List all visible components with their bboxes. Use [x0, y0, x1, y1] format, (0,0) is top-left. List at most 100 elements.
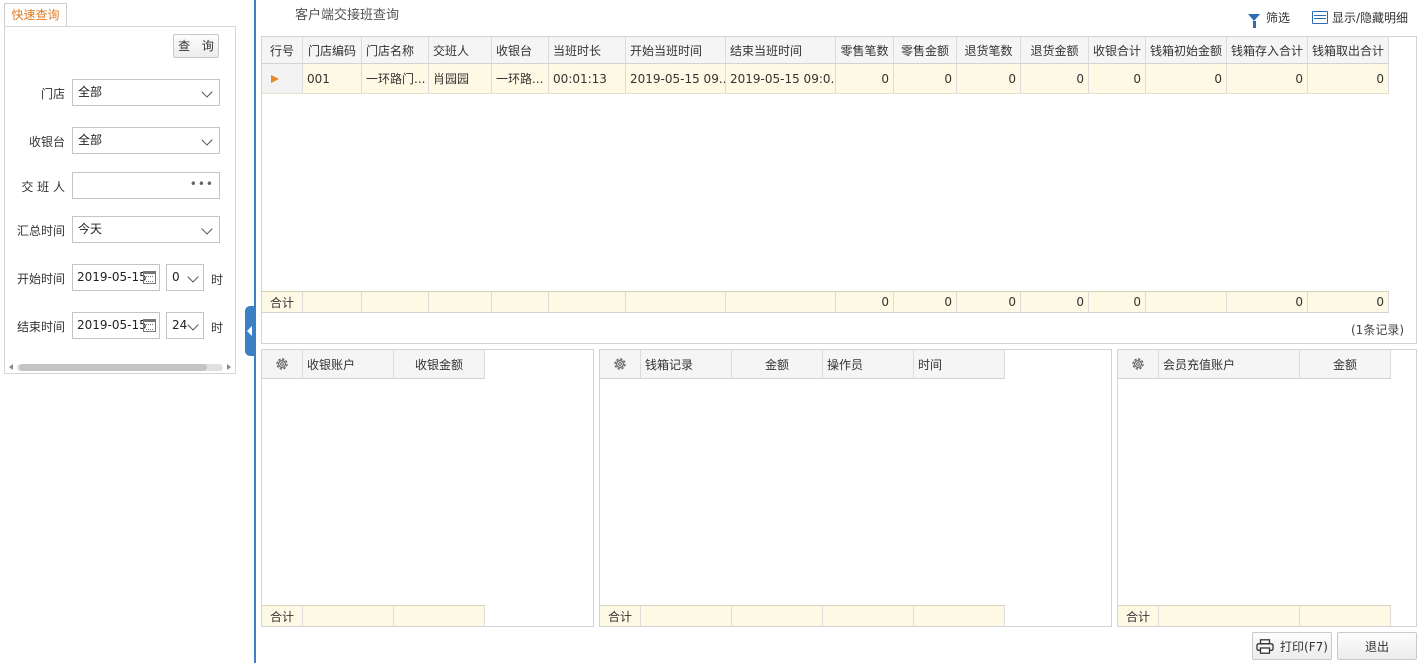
tab-quick-query[interactable]: 快速查询: [4, 3, 67, 26]
toggle-details-button[interactable]: 显示/隐藏明细: [1312, 8, 1408, 26]
cell-retail-amount[interactable]: 0: [894, 64, 957, 93]
summary-label: 合计: [262, 606, 303, 626]
query-button[interactable]: 查 询: [173, 34, 219, 58]
column-header-cash-account[interactable]: 收银账户: [303, 350, 394, 378]
cell-store-code[interactable]: 001: [303, 64, 362, 93]
column-header-return-count[interactable]: 退货笔数: [957, 37, 1021, 63]
start-date-value: 2019-05-15: [77, 270, 147, 284]
column-header-cashbox-withdraw[interactable]: 钱箱取出合计: [1308, 37, 1389, 63]
cell-cashbox-deposit[interactable]: 0: [1227, 64, 1308, 93]
more-dots-icon[interactable]: •••: [190, 173, 214, 195]
print-button[interactable]: 打印(F7): [1252, 632, 1332, 660]
column-header-register[interactable]: 收银台: [492, 37, 549, 63]
cell-shift-duration[interactable]: 00:01:13: [549, 64, 626, 93]
column-header-row-number[interactable]: 行号: [262, 37, 303, 63]
collapse-panel-handle[interactable]: [245, 306, 255, 356]
cell-cash-total[interactable]: 0: [1089, 64, 1146, 93]
cell-return-count[interactable]: 0: [957, 64, 1021, 93]
summary-cell: [732, 606, 823, 626]
calendar-icon[interactable]: [143, 319, 156, 332]
end-date-input[interactable]: 2019-05-15: [72, 312, 160, 339]
calendar-icon[interactable]: [143, 271, 156, 284]
cell-register[interactable]: 一环路...: [492, 64, 549, 93]
column-header-member-account[interactable]: 会员充值账户: [1159, 350, 1300, 378]
scroll-right-icon[interactable]: [227, 364, 231, 370]
filter-button[interactable]: 筛选: [1248, 8, 1291, 28]
cell-shift-end[interactable]: 2019-05-15 09:0...: [726, 64, 836, 93]
column-header-shift-start[interactable]: 开始当班时间: [626, 37, 726, 63]
summary-cashbox-deposit: 0: [1227, 292, 1308, 312]
current-row-arrow-icon: [271, 74, 279, 83]
register-select-value: 全部: [78, 133, 103, 147]
column-header-cashbox-amount[interactable]: 金额: [732, 350, 823, 378]
cell-cashbox-withdraw[interactable]: 0: [1308, 64, 1389, 93]
start-time-label: 开始时间: [16, 272, 65, 286]
column-settings-button[interactable]: [600, 350, 641, 378]
column-header-shift-duration[interactable]: 当班时长: [549, 37, 626, 63]
end-date-value: 2019-05-15: [77, 318, 147, 332]
quick-query-panel: 查 询 门店 全部 收银台 全部 交 班 人 ••• 汇总时间 今天 开始时间 …: [4, 26, 236, 374]
gear-icon: [1130, 356, 1146, 372]
cell-return-amount[interactable]: 0: [1021, 64, 1089, 93]
chevron-down-icon: [201, 134, 213, 146]
summary-cell: [303, 292, 362, 312]
handover-person-input[interactable]: •••: [72, 172, 220, 199]
start-hour-unit: 时: [211, 273, 224, 287]
start-hour-value: 0: [172, 270, 180, 284]
cashbox-header-row: 钱箱记录 金额 操作员 时间: [600, 350, 1005, 379]
column-header-cash-total[interactable]: 收银合计: [1089, 37, 1146, 63]
column-header-cashbox-record[interactable]: 钱箱记录: [641, 350, 732, 378]
exit-button[interactable]: 退出: [1337, 632, 1417, 660]
summary-label: 合计: [262, 292, 303, 312]
register-label: 收银台: [28, 135, 65, 149]
column-header-store-code[interactable]: 门店编码: [303, 37, 362, 63]
summary-return-count: 0: [957, 292, 1021, 312]
table-row[interactable]: 001 一环路门... 肖园园 一环路... 00:01:13 2019-05-…: [262, 64, 1389, 94]
scroll-left-icon[interactable]: [9, 364, 13, 370]
summary-cell: [303, 606, 394, 626]
cash-account-grid: 收银账户 收银金额 合计: [261, 349, 594, 627]
gear-icon: [612, 356, 628, 372]
column-settings-button[interactable]: [1118, 350, 1159, 378]
list-icon: [1312, 10, 1328, 24]
column-header-return-amount[interactable]: 退货金额: [1021, 37, 1089, 63]
summary-return-amount: 0: [1021, 292, 1089, 312]
summary-time-value: 今天: [78, 222, 103, 236]
cell-shift-start[interactable]: 2019-05-15 09...: [626, 64, 726, 93]
scrollbar-thumb[interactable]: [19, 364, 207, 371]
column-header-handover-person[interactable]: 交班人: [429, 37, 492, 63]
column-header-retail-amount[interactable]: 零售金额: [894, 37, 957, 63]
column-header-member-amount[interactable]: 金额: [1300, 350, 1391, 378]
printer-icon: [1256, 638, 1274, 654]
exit-label: 退出: [1364, 639, 1389, 654]
cell-cashbox-initial[interactable]: 0: [1146, 64, 1227, 93]
page-title: 客户端交接班查询: [295, 8, 400, 23]
end-hour-select[interactable]: 24: [166, 312, 204, 339]
start-date-input[interactable]: 2019-05-15: [72, 264, 160, 291]
column-header-shift-end[interactable]: 结束当班时间: [726, 37, 836, 63]
summary-cell: [626, 292, 726, 312]
column-settings-button[interactable]: [262, 350, 303, 378]
column-header-retail-count[interactable]: 零售笔数: [836, 37, 894, 63]
summary-cell: [1300, 606, 1391, 626]
cell-handover-person[interactable]: 肖园园: [429, 64, 492, 93]
column-header-operator[interactable]: 操作员: [823, 350, 914, 378]
panel-horizontal-scrollbar[interactable]: [9, 363, 231, 372]
column-header-cash-amount[interactable]: 收银金额: [394, 350, 485, 378]
column-header-store-name[interactable]: 门店名称: [362, 37, 429, 63]
summary-cell: [362, 292, 429, 312]
register-select[interactable]: 全部: [72, 127, 220, 154]
store-select[interactable]: 全部: [72, 79, 220, 106]
summary-time-select[interactable]: 今天: [72, 216, 220, 243]
chevron-down-icon: [187, 271, 199, 283]
start-hour-select[interactable]: 0: [166, 264, 204, 291]
summary-label: 合计: [600, 606, 641, 626]
filter-label: 筛选: [1266, 10, 1291, 25]
summary-retail-count: 0: [836, 292, 894, 312]
column-header-cashbox-initial[interactable]: 钱箱初始金额: [1146, 37, 1227, 63]
summary-cell: [394, 606, 485, 626]
cell-retail-count[interactable]: 0: [836, 64, 894, 93]
cell-store-name[interactable]: 一环路门...: [362, 64, 429, 93]
column-header-cashbox-deposit[interactable]: 钱箱存入合计: [1227, 37, 1308, 63]
column-header-time[interactable]: 时间: [914, 350, 1005, 378]
